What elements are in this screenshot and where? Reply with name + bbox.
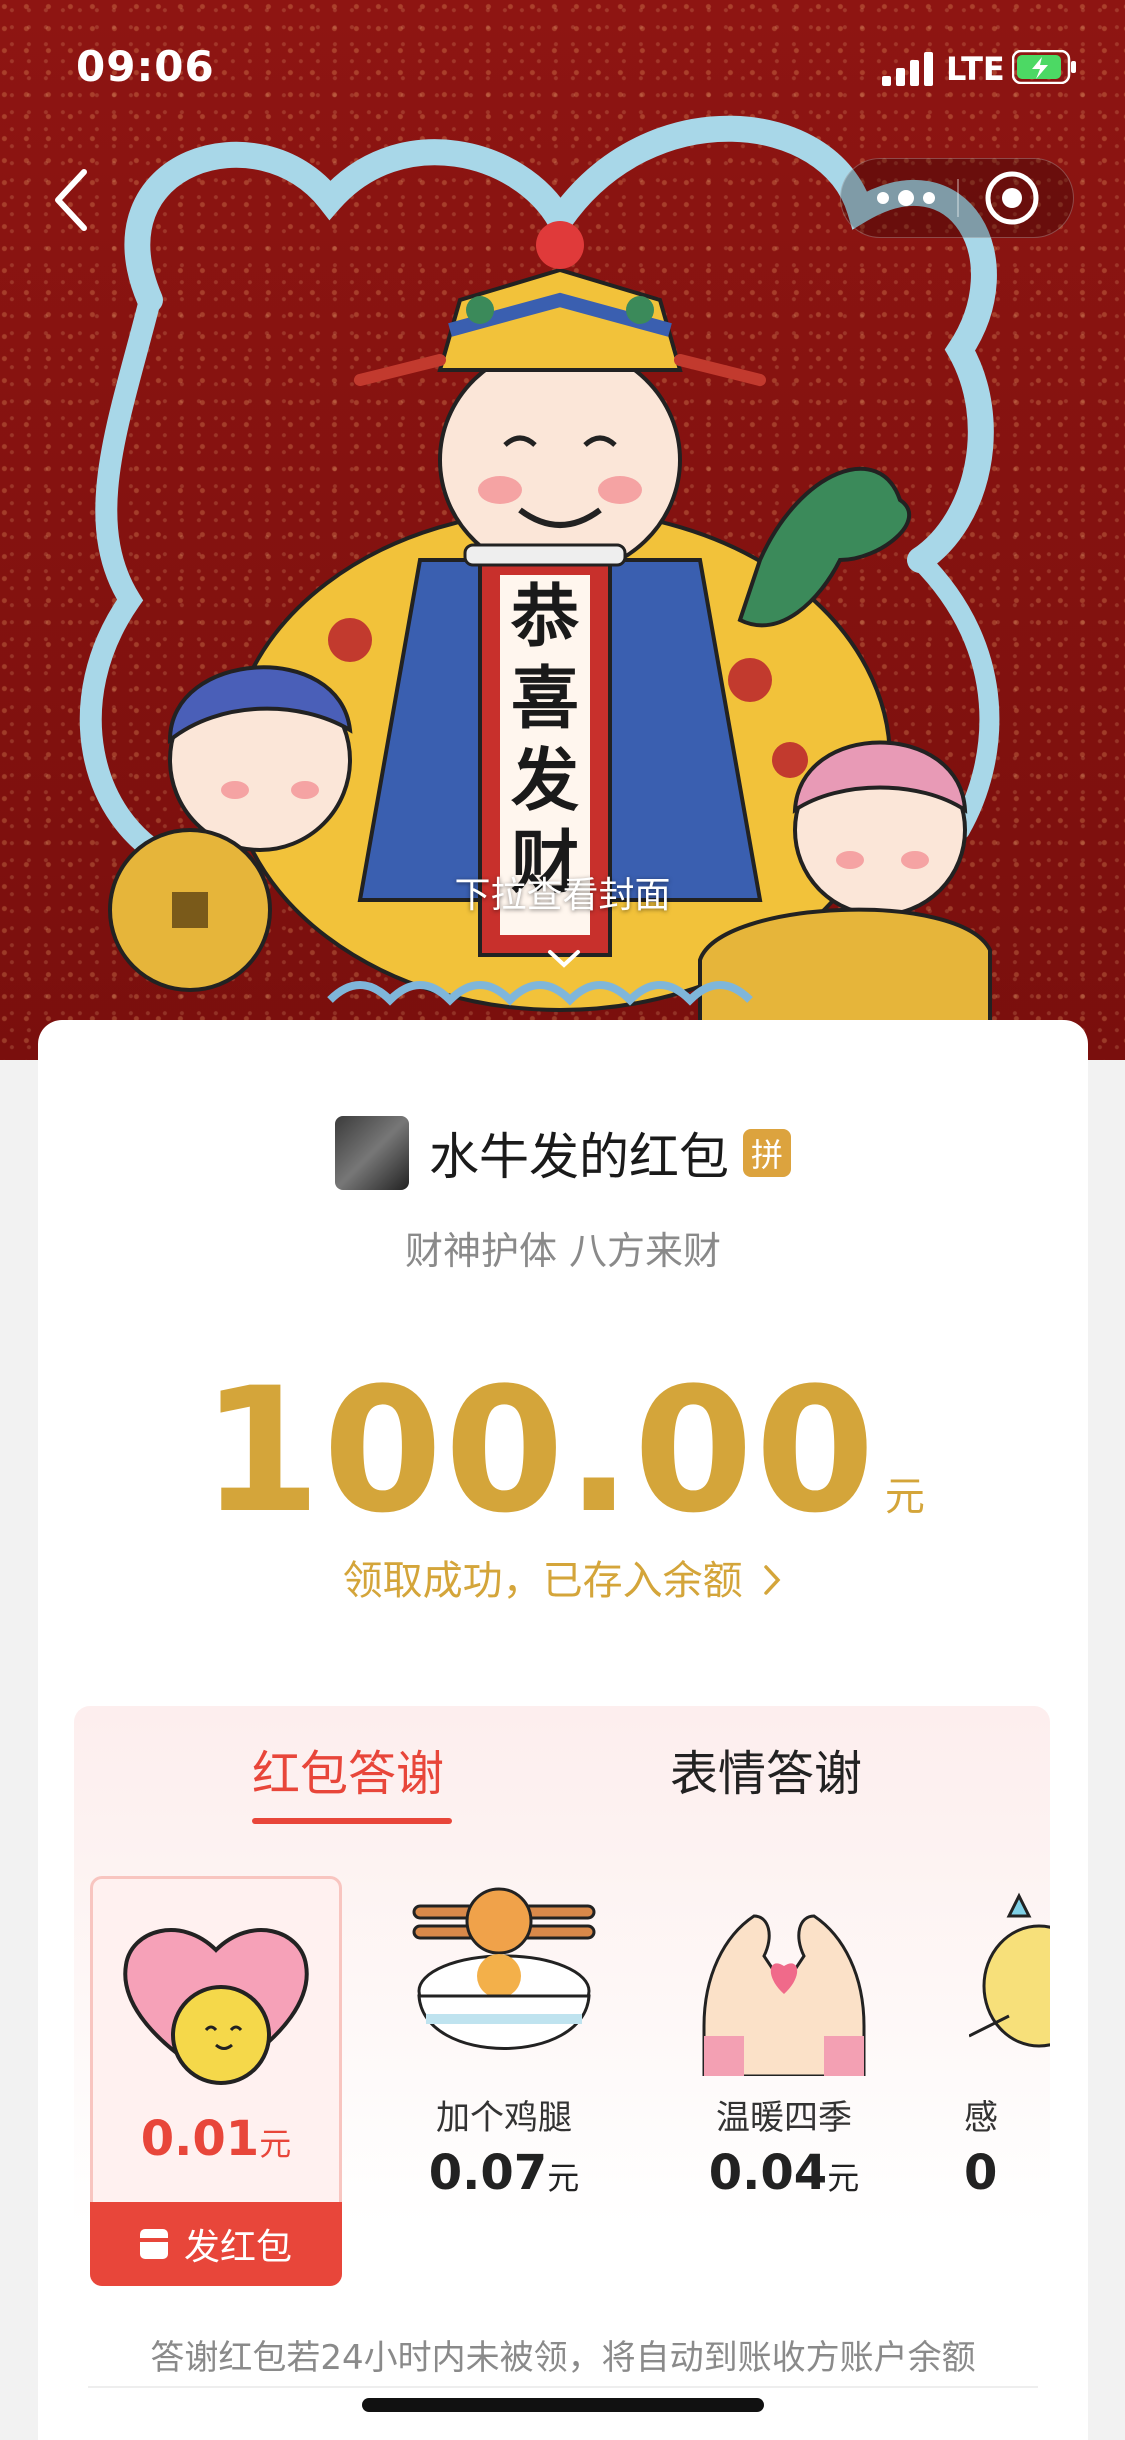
mini-program-capsule (840, 158, 1074, 238)
avatar[interactable] (335, 1116, 409, 1190)
star-bubble-icon (969, 1892, 1050, 2048)
item-name: 温暖四季 (716, 2098, 852, 2138)
scroll-char: 喜 (511, 660, 579, 739)
pull-hint: 下拉查看封面 (454, 875, 671, 916)
thanks-panel: 红包答谢 表情答谢 0.01元 发红包 加个鸡腿 0.07元 温暖四季 0.04… (74, 1706, 1050, 2396)
thanks-item-warm-seasons[interactable]: 温暖四季 0.04元 (684, 1876, 884, 2286)
chevron-down-icon (548, 950, 580, 968)
item-price: 0.07元 (428, 2145, 580, 2201)
network-label: LTE (946, 50, 1005, 88)
tab-emoji-thanks[interactable]: 表情答谢 (670, 1734, 862, 1804)
rice-bowl-icon (412, 1887, 596, 2050)
send-red-packet-button[interactable]: 发红包 (90, 2202, 342, 2286)
heart-hug-icon (123, 1928, 309, 2085)
thanks-item-drumstick[interactable]: 加个鸡腿 0.07元 (404, 1876, 604, 2286)
pin-badge: 拼 (743, 1129, 791, 1177)
red-packet-detail-card: 水牛发的红包 拼 财神护体 八方来财 100.00 元 领取成功，已存入余额 红包… (38, 1020, 1088, 2440)
item-name: 加个鸡腿 (436, 2098, 572, 2138)
active-tab-underline (252, 1818, 452, 1824)
signal-icon (882, 52, 933, 86)
capsule-divider (957, 179, 959, 217)
scroll-char: 发 (511, 742, 579, 821)
item-price: 0.04元 (708, 2145, 860, 2201)
divider (88, 2386, 1038, 2388)
amount-unit: 元 (884, 1474, 925, 1520)
target-icon[interactable] (981, 167, 1043, 229)
more-icon[interactable] (861, 159, 951, 237)
blessing-text: 财神护体 八方来财 (404, 1229, 722, 1273)
status-bar: 09:06 LTE (0, 0, 1125, 130)
amount-value: 100.00 (201, 1350, 877, 1551)
cover-image[interactable]: 恭喜发财 09:06 LTE 下拉查看封面 (0, 0, 1125, 1060)
hand-heart-icon (702, 1914, 866, 2076)
thanks-item-partial[interactable]: 感 0 (964, 1876, 1050, 2286)
send-button-label: 发红包 (183, 2227, 292, 2268)
red-packet-icon (139, 2229, 168, 2259)
amount-row: 100.00 元 (38, 1350, 1088, 1551)
tab-red-packet-thanks[interactable]: 红包答谢 (252, 1734, 444, 1804)
received-status-link[interactable]: 领取成功，已存入余额 (38, 1548, 1088, 1606)
thanks-note: 答谢红包若24小时内未被领，将自动到账收方账户余额 (150, 2338, 976, 2378)
status-time: 09:06 (76, 42, 215, 91)
item-name: 感 (964, 2098, 998, 2138)
chevron-right-icon (764, 1565, 781, 1595)
back-icon[interactable] (44, 160, 104, 240)
sender-row: 水牛发的红包 拼 (38, 1116, 1088, 1196)
thanks-items-list: 0.01元 发红包 加个鸡腿 0.07元 温暖四季 0.04元 感 0 (74, 1876, 1050, 2296)
item-price: 0.01元 (140, 2111, 292, 2167)
thanks-item-hug[interactable]: 0.01元 发红包 (90, 1876, 342, 2286)
home-indicator[interactable] (362, 2398, 764, 2412)
item-price: 0 (964, 2145, 998, 2201)
battery-icon (1012, 50, 1076, 84)
received-status-text: 领取成功，已存入余额 (342, 1558, 743, 1604)
sender-name: 水牛发的红包 (429, 1128, 729, 1186)
scroll-char: 恭 (510, 578, 579, 657)
